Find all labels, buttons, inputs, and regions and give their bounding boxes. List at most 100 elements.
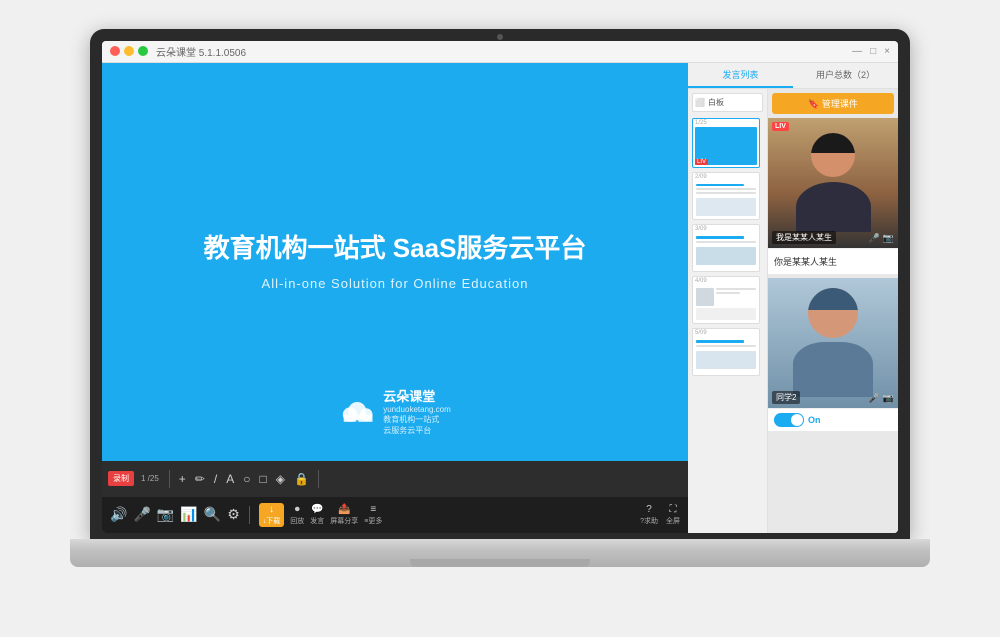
maximize-window-btn[interactable] — [138, 46, 148, 56]
person-2-head — [808, 288, 858, 338]
manage-icon: 🔖 — [808, 99, 822, 109]
thumb-num-1: 1/25 — [693, 119, 759, 127]
toolbar-stats-item[interactable]: 📊 — [180, 506, 197, 523]
select-icon[interactable]: ◈ — [273, 472, 288, 486]
tab-speech-list[interactable]: 发言列表 — [688, 63, 793, 88]
whiteboard-button[interactable]: ⬜ 白板 — [692, 93, 763, 112]
recording-button[interactable]: 录制 — [108, 471, 134, 486]
download-icon: ↓ — [269, 504, 274, 515]
thumb-face-4 — [696, 288, 714, 306]
thumb-line-2 — [696, 184, 744, 187]
participant-name-1: 我是某某人某生 — [772, 231, 836, 244]
bottom-divider — [249, 506, 250, 524]
live-badge: LIV — [695, 159, 708, 165]
thumb-img-5 — [696, 351, 756, 369]
slide-thumb-4[interactable]: 4/09 — [692, 276, 760, 324]
toolbar-download-item[interactable]: ↓ ↓下载 — [259, 503, 285, 527]
thumb-text-4 — [716, 288, 756, 306]
rect-icon[interactable]: □ — [256, 472, 269, 486]
manage-courseware-button[interactable]: 🔖 管理课件 — [772, 93, 894, 114]
draw-icon[interactable]: + — [176, 472, 189, 486]
stats-icon: 📊 — [180, 506, 197, 523]
toolbar-more-item[interactable]: ≡ ≡更多 — [364, 504, 382, 526]
toolbar-fullscreen-item[interactable]: ⛶ 全屏 — [666, 504, 680, 526]
share-label: 屏幕分享 — [330, 516, 358, 526]
right-container: 发言列表 用户总数（2） ⬜ — [688, 63, 898, 533]
thumb-g4a — [716, 288, 756, 290]
thumb-line-3 — [696, 236, 744, 239]
toggle-switch[interactable] — [774, 413, 804, 427]
slide-logo-area: 云朵课堂 yunduoketang.com 教育机构一站式 云服务云平台 — [339, 386, 451, 436]
mic-status-icon-1: 🎤 — [869, 233, 880, 244]
logo-desc-2: 云服务云平台 — [383, 425, 451, 436]
mic-icon: 🎤 — [133, 506, 150, 523]
thumb-img-3 — [696, 247, 756, 265]
chat-message: 你是某某人某生 — [768, 248, 898, 274]
pencil-icon[interactable]: ✏ — [192, 472, 208, 486]
tab-user-count[interactable]: 用户总数（2） — [793, 63, 898, 88]
settings-icon: ⚙ — [227, 506, 240, 523]
toolbar-share-item[interactable]: 📤 屏幕分享 — [330, 504, 358, 526]
minimize-icon[interactable]: — — [852, 46, 862, 57]
logo-text: 云朵课堂 yunduoketang.com 教育机构一站式 云服务云平台 — [383, 386, 451, 436]
app-content: 教育机构一站式 SaaS服务云平台 All-in-one Solution fo… — [102, 63, 898, 533]
toolbar-settings-item[interactable]: ⚙ — [227, 506, 240, 523]
toolbar-playback-item[interactable]: ⏺ 回放 — [290, 504, 304, 526]
circle-icon[interactable]: ○ — [240, 472, 253, 486]
person-2-hat — [808, 288, 858, 310]
text-icon[interactable]: A — [223, 472, 237, 486]
more-label: ≡更多 — [364, 516, 382, 526]
toggle-bar: On — [768, 408, 898, 431]
toolbar-audio-item[interactable]: 🔊 — [110, 506, 127, 523]
thumb-num-4: 4/09 — [693, 277, 759, 285]
thumb-g4b — [716, 292, 740, 294]
lock-icon[interactable]: 🔒 — [291, 472, 312, 486]
right-panel-tabs: 发言列表 用户总数（2） — [688, 63, 898, 89]
chat-text: 你是某某人某生 — [774, 257, 837, 267]
fullscreen-icon: ⛶ — [670, 504, 677, 515]
toolbar-chat-item[interactable]: 💬 发言 — [310, 504, 324, 526]
thumb-gray-5 — [696, 345, 756, 347]
toolbar-right-controls: ? ?求助 ⛶ 全屏 — [640, 504, 680, 526]
person-2-bg — [768, 278, 898, 408]
slide-thumb-1[interactable]: 1/25 LIV — [692, 118, 760, 168]
thumb-gray-3 — [696, 241, 756, 243]
slide-thumb-2[interactable]: 2/09 — [692, 172, 760, 220]
logo-name: 云朵课堂 — [383, 386, 451, 405]
cloud-icon — [339, 398, 375, 424]
slide-thumb-5[interactable]: 5/09 — [692, 328, 760, 376]
toolbar-camera-item[interactable]: 📷 — [157, 506, 174, 523]
video-placeholder-2: 同学2 🎤 📷 — [768, 278, 898, 408]
right-main-area: ⬜ 白板 1/25 LIV — [688, 89, 898, 533]
close-window-btn[interactable] — [110, 46, 120, 56]
help-icon: ? — [646, 504, 652, 515]
mic-status-icon-2: 🎤 — [869, 393, 880, 404]
close-icon[interactable]: × — [884, 46, 890, 57]
maximize-icon[interactable]: □ — [870, 46, 876, 57]
help-label: ?求助 — [640, 516, 658, 526]
bottom-toolbar: 🔊 🎤 📷 📊 🔍 — [102, 497, 688, 533]
minimize-window-btn[interactable] — [124, 46, 134, 56]
toolbar-help-item[interactable]: ? ?求助 — [640, 504, 658, 526]
slide-thumb-3[interactable]: 3/09 — [692, 224, 760, 272]
participant-name-2: 同学2 — [772, 391, 800, 404]
thumb-img-2 — [696, 198, 756, 215]
title-controls: — □ × — [852, 46, 890, 57]
app-window: 云朵课堂 5.1.1.0506 — □ × 教育机构一站式 SaaS服务云平台 — [102, 41, 898, 533]
toggle-label: On — [808, 415, 821, 425]
app-title: 云朵课堂 5.1.1.0506 — [156, 44, 246, 59]
toolbar-mic-item[interactable]: 🎤 — [133, 506, 150, 523]
laptop-wrapper: 云朵课堂 5.1.1.0506 — □ × 教育机构一站式 SaaS服务云平台 — [70, 29, 930, 609]
presentation-area: 教育机构一站式 SaaS服务云平台 All-in-one Solution fo… — [102, 63, 688, 533]
toolbar-zoom-item[interactable]: 🔍 — [204, 506, 221, 523]
person-1-body — [796, 182, 871, 232]
slide-main-title: 教育机构一站式 SaaS服务云平台 — [204, 232, 587, 266]
chat-label: 发言 — [310, 516, 324, 526]
manage-label: 管理课件 — [822, 99, 858, 109]
line-icon[interactable]: / — [211, 472, 220, 486]
thumb-gray-2 — [696, 188, 756, 190]
participants-area: 🔖 管理课件 — [768, 89, 898, 533]
thumb-num-5: 5/09 — [693, 329, 759, 337]
playback-label: 回放 — [290, 516, 304, 526]
slide-sub-title: All-in-one Solution for Online Education — [262, 276, 529, 291]
